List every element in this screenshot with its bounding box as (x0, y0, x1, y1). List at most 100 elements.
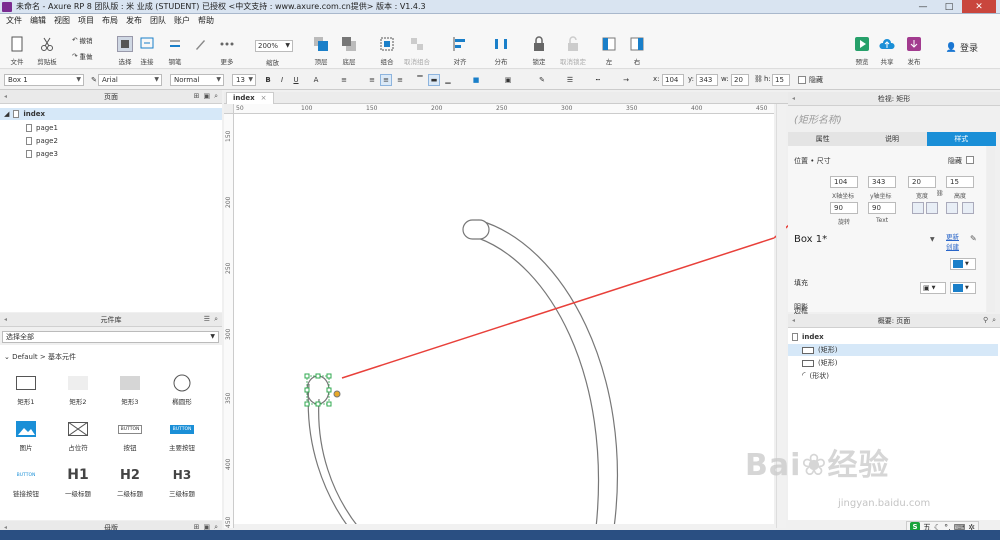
auto-fit-width-icon[interactable] (946, 202, 958, 214)
tab-properties[interactable]: 属性 (788, 132, 858, 146)
unlock-button[interactable]: 取消锁定 (556, 30, 590, 66)
send-to-back-button[interactable]: 底层 (332, 30, 366, 66)
widget-rectangle3[interactable]: 矩形3 (108, 373, 152, 406)
widget-primary-button[interactable]: BUTTON 主要按钮 (160, 419, 204, 452)
login-button[interactable]: 👤 登录 (946, 41, 978, 55)
font-weight-select[interactable]: Normal ▼ (170, 74, 224, 86)
design-canvas[interactable] (234, 114, 774, 528)
menu-file[interactable]: 文件 (2, 15, 26, 26)
selection-handle[interactable] (304, 387, 310, 393)
menu-team[interactable]: 团队 (146, 15, 170, 26)
lock-ratio-icon[interactable]: ⛓ (936, 190, 944, 197)
tab-index[interactable]: index × (226, 92, 274, 104)
h-input[interactable]: 15 (772, 74, 790, 86)
hidden-checkbox[interactable] (966, 156, 974, 164)
inspector-scrollbar[interactable] (987, 146, 995, 312)
align-right-button[interactable]: ≡ (394, 74, 406, 86)
add-folder-icon[interactable]: ▣ (203, 92, 210, 101)
widget-rectangle2[interactable]: 矩形2 (56, 373, 100, 406)
add-page-icon[interactable]: ⊞ (194, 92, 200, 101)
align-button[interactable]: 对齐 (443, 30, 477, 66)
shadow-color-picker[interactable]: ▼ (950, 282, 976, 294)
selected-ellipse[interactable] (306, 375, 330, 405)
y-input[interactable]: 343 (696, 74, 718, 86)
font-size-select[interactable]: 13 ▼ (232, 74, 256, 86)
redo-button[interactable]: ↷ 重做 (72, 51, 92, 61)
widget-button[interactable]: BUTTON 按钮 (108, 419, 152, 452)
search-icon[interactable]: ⌕ (214, 315, 218, 324)
clipboard-button[interactable]: 剪贴板 (30, 30, 64, 66)
close-tab-icon[interactable]: × (261, 93, 267, 104)
update-style-link[interactable]: 更新 (946, 231, 959, 241)
maximize-button[interactable]: □ (936, 0, 962, 13)
widget-rectangle1[interactable]: 矩形1 (4, 373, 48, 406)
lock-ratio-icon[interactable]: ⛓ (754, 75, 763, 83)
file-button[interactable]: 文件 (0, 30, 34, 66)
height-input[interactable]: 15 (946, 176, 974, 188)
selection-handle[interactable] (326, 373, 332, 379)
pin-icon[interactable]: ◂ (792, 95, 795, 102)
outline-root[interactable]: index (788, 331, 998, 343)
valign-bottom-button[interactable]: ▁ (442, 74, 454, 86)
underline-button[interactable]: U (290, 74, 302, 86)
more-button[interactable]: 更多 (210, 30, 244, 66)
rotate-handle[interactable] (333, 390, 341, 398)
menu-project[interactable]: 项目 (74, 15, 98, 26)
ring-end-cap[interactable] (462, 219, 490, 240)
bold-button[interactable]: B (262, 74, 274, 86)
ring-outer-arc[interactable] (477, 219, 618, 528)
edit-style-icon[interactable]: ✎ (970, 234, 977, 243)
font-color-button[interactable]: A (310, 74, 322, 86)
lock-button[interactable]: 锁定 (522, 30, 556, 66)
shape-name-input[interactable]: (矩形名称) (794, 111, 842, 126)
widget-h3[interactable]: H3 三级标题 (160, 465, 204, 498)
group-button[interactable]: 组合 (370, 30, 404, 66)
valign-middle-button[interactable]: ▬ (428, 74, 440, 86)
width-input[interactable]: 20 (908, 176, 936, 188)
widget-image[interactable]: 图片 (4, 419, 48, 452)
library-select[interactable]: 选择全部 ▼ (2, 331, 219, 343)
rotation-input[interactable]: 90 (830, 202, 858, 214)
widget-h1[interactable]: H1 一级标题 (56, 465, 100, 498)
selection-handle[interactable] (304, 373, 310, 379)
widget-h2[interactable]: H2 二级标题 (108, 465, 152, 499)
menu-account[interactable]: 账户 (170, 15, 194, 26)
italic-button[interactable]: I (276, 74, 288, 86)
align-center-button[interactable]: ≡ (380, 74, 392, 86)
widget-ellipse[interactable]: 椭圆形 (160, 373, 204, 406)
page-page1[interactable]: page1 (26, 122, 58, 134)
outline-item[interactable]: ◜ (形状) (788, 370, 998, 382)
ring-left-inner-arc[interactable] (318, 398, 360, 528)
style-select[interactable]: Box 1 ▼ (4, 74, 84, 86)
search-icon[interactable]: ⌕ (214, 92, 218, 101)
x-coordinate-input[interactable]: 104 (830, 176, 858, 188)
auto-fit-height-icon[interactable] (962, 202, 974, 214)
tab-style[interactable]: 样式 (926, 132, 996, 146)
selection-handle[interactable] (315, 401, 321, 407)
menu-edit[interactable]: 编辑 (26, 15, 50, 26)
chevron-down-icon[interactable]: ▼ (930, 236, 935, 243)
hidden-checkbox[interactable] (798, 76, 806, 84)
font-family-select[interactable]: Arial ▼ (98, 74, 162, 86)
widget-link-button[interactable]: BUTTON 链接按钮 (4, 465, 48, 499)
widget-style-name[interactable]: Box 1* (794, 234, 827, 245)
menu-publish[interactable]: 发布 (122, 15, 146, 26)
create-style-link[interactable]: 创建 (946, 241, 959, 251)
selection-handle[interactable] (315, 373, 321, 379)
menu-icon[interactable]: ☰ (204, 315, 210, 324)
fill-color-picker[interactable]: ▼ (950, 258, 976, 270)
close-button[interactable]: ✕ (962, 0, 996, 13)
zoom-select[interactable]: 200% ▼ (255, 40, 293, 52)
tab-notes[interactable]: 说明 (857, 132, 927, 146)
border-color-button[interactable]: ✎ (536, 74, 548, 86)
pin-icon[interactable]: ◂ (4, 93, 7, 100)
w-input[interactable]: 20 (731, 74, 749, 86)
bullet-list-button[interactable]: ≡ (338, 74, 350, 86)
y-coordinate-input[interactable]: 343 (868, 176, 896, 188)
widget-category[interactable]: ⌄ Default > 基本元件 (4, 352, 76, 362)
selection-handle[interactable] (304, 401, 310, 407)
menu-view[interactable]: 视图 (50, 15, 74, 26)
outline-item[interactable]: (矩形) (788, 344, 998, 356)
right-button[interactable]: 右 (620, 30, 654, 66)
menu-help[interactable]: 帮助 (194, 15, 218, 26)
